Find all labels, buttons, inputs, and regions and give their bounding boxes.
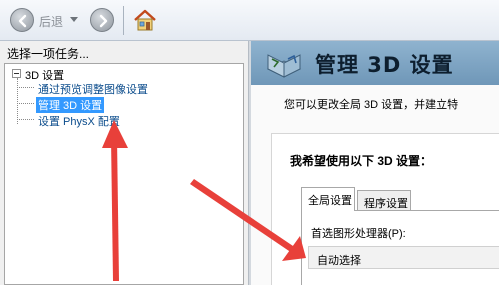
tree-connector — [17, 103, 34, 104]
task-pane: 选择一项任务... 3D 设置 通过预览调整图像设置 管理 3D 设置 设置 P… — [0, 41, 248, 285]
tab-program-settings[interactable]: 程序设置 — [357, 190, 411, 211]
back-dropdown-icon[interactable] — [70, 17, 78, 22]
home-icon[interactable] — [132, 8, 158, 32]
tab-content: 首选图形处理器(P): 自动选择 — [301, 210, 499, 285]
tree-item-manage-3d-settings[interactable]: 管理 3D 设置 — [36, 97, 105, 113]
forward-button[interactable] — [90, 8, 114, 32]
content-pane: 管理 3D 设置 您可以更改全局 3D 设置，并建立特 我希望使用以下 3D 设… — [251, 41, 499, 285]
preferred-gpu-select[interactable]: 自动选择 — [308, 246, 499, 269]
arrow-left-icon — [18, 14, 27, 28]
tree-connector — [17, 78, 18, 124]
back-label[interactable]: 后退 — [39, 13, 63, 30]
3d-settings-icon — [266, 54, 302, 78]
toolbar: 后退 — [0, 0, 499, 41]
task-prompt: 选择一项任务... — [7, 47, 90, 61]
page-description: 您可以更改全局 3D 设置，并建立特 — [284, 99, 459, 111]
arrow-right-icon — [99, 14, 108, 28]
section-title: 我希望使用以下 3D 设置： — [290, 154, 433, 168]
tree-item-adjust-image-settings[interactable]: 通过预览调整图像设置 — [36, 81, 150, 97]
tree-collapse-toggle[interactable] — [12, 69, 21, 78]
tab-global-settings[interactable]: 全局设置 — [301, 187, 355, 211]
page-banner: 管理 3D 设置 — [251, 41, 499, 85]
tree-connector — [17, 87, 34, 88]
preferred-gpu-value: 自动选择 — [317, 255, 361, 267]
tree-connector — [17, 119, 34, 120]
settings-panel: 我希望使用以下 3D 设置： 全局设置 程序设置 首选图形处理器(P): 自动选… — [271, 133, 499, 285]
toolbar-separator — [123, 6, 124, 35]
tree-item-physx-configuration[interactable]: 设置 PhysX 配置 — [36, 113, 122, 129]
back-button[interactable] — [10, 8, 34, 32]
task-tree: 3D 设置 通过预览调整图像设置 管理 3D 设置 设置 PhysX 配置 — [4, 63, 244, 285]
page-title: 管理 3D 设置 — [315, 53, 454, 77]
preferred-gpu-label: 首选图形处理器(P): — [311, 228, 406, 240]
